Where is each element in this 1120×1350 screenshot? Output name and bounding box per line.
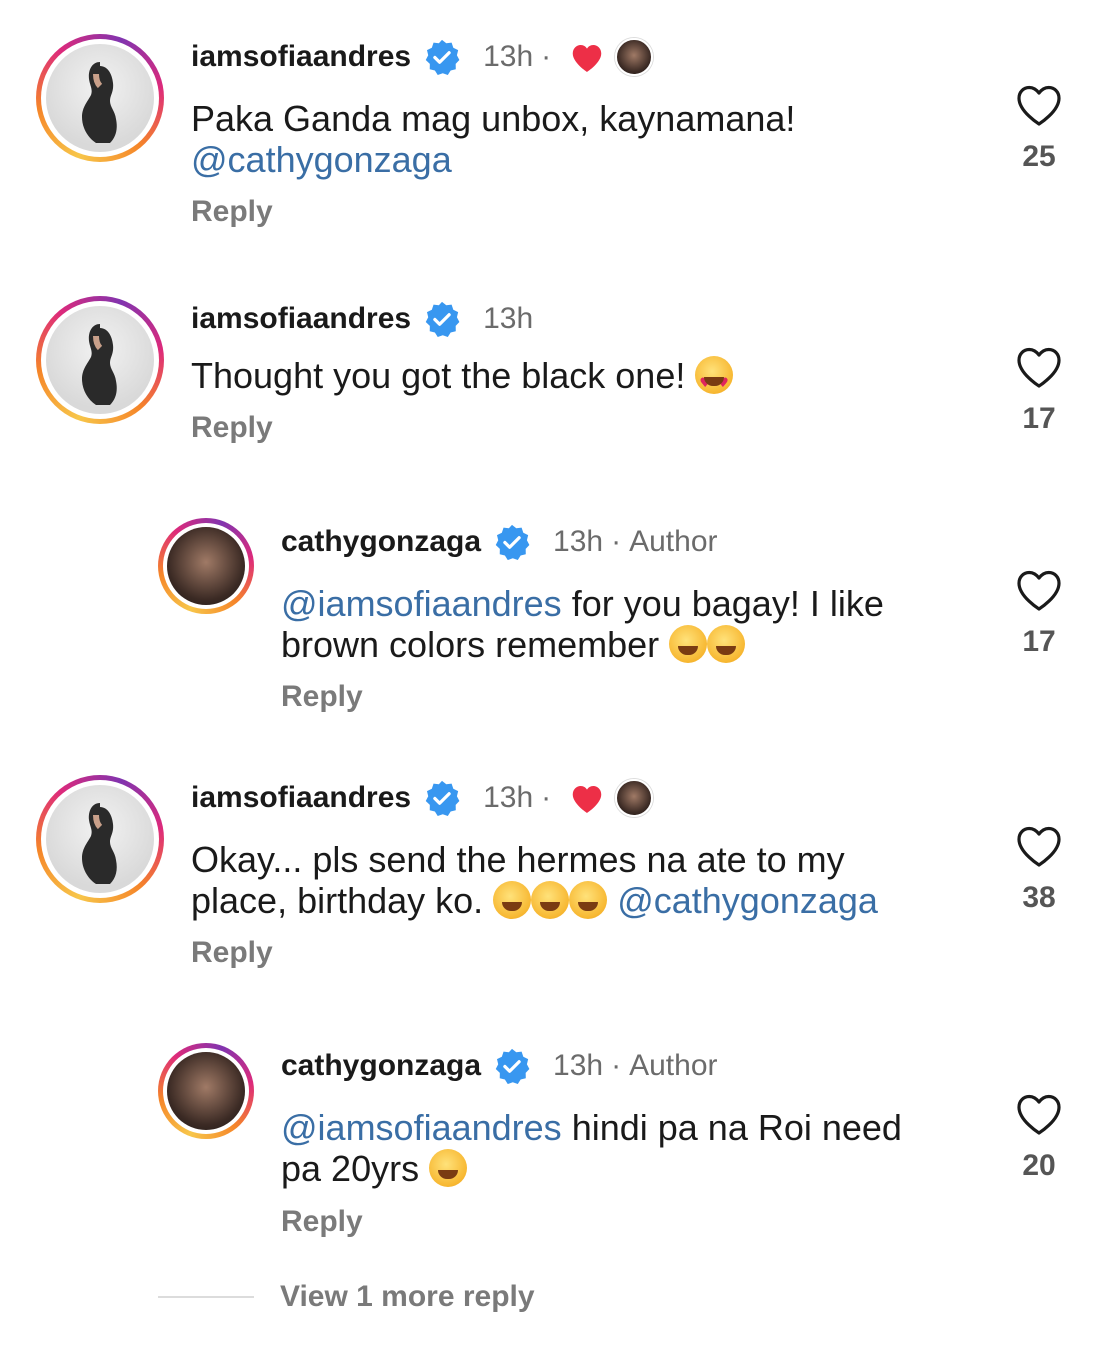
laughing-emoji-icon — [493, 881, 532, 919]
like-count: 20 — [1022, 1149, 1056, 1182]
view-more-replies[interactable]: View 1 more reply — [158, 1280, 535, 1314]
laughing-emoji-icon — [669, 625, 708, 663]
mention-link[interactable]: @cathygonzaga — [191, 139, 452, 180]
username[interactable]: iamsofiaandres — [191, 302, 411, 336]
like-heart-icon[interactable] — [1015, 1093, 1063, 1137]
comment-text: @iamsofiaandres hindi pa na Roi need pa … — [281, 1107, 902, 1189]
reply-button[interactable]: Reply — [191, 411, 273, 445]
verified-badge-icon — [495, 1048, 530, 1085]
mention-link[interactable]: @cathygonzaga — [617, 880, 878, 921]
timestamp: 13h — [553, 525, 604, 558]
mention-link[interactable]: @iamsofiaandres — [281, 583, 562, 624]
verified-badge-icon — [425, 39, 460, 76]
laughing-emoji-icon — [569, 881, 608, 919]
avatar[interactable] — [36, 34, 164, 162]
separator-dot: · — [541, 781, 552, 814]
comment-text: @iamsofiaandres for you bagay! I like br… — [281, 583, 884, 665]
comment-text: Thought you got the black one! — [191, 355, 951, 404]
like-heart-icon[interactable] — [1015, 84, 1063, 128]
comment-text: Okay... pls send the hermes na ate to my… — [191, 839, 878, 921]
avatar[interactable] — [158, 1043, 254, 1139]
like-heart-icon[interactable] — [1015, 569, 1063, 613]
username[interactable]: cathygonzaga — [281, 1049, 481, 1083]
heart-eyes-emoji-icon — [695, 356, 734, 404]
profile-photo — [167, 527, 245, 605]
laughing-emoji-icon — [429, 1149, 468, 1187]
mention-link[interactable]: @iamsofiaandres — [281, 1107, 562, 1148]
profile-photo — [46, 785, 154, 893]
divider-line — [158, 1296, 254, 1298]
username[interactable]: cathygonzaga — [281, 525, 481, 559]
avatar[interactable] — [158, 518, 254, 614]
author-label: Author — [629, 525, 718, 558]
profile-photo — [46, 44, 154, 152]
separator-dot: · — [541, 40, 552, 73]
verified-badge-icon — [425, 301, 460, 338]
like-heart-icon[interactable] — [1015, 825, 1063, 869]
reply-button[interactable]: Reply — [191, 195, 273, 229]
face-with-hand-emoji-icon — [707, 625, 746, 663]
verified-badge-icon — [425, 780, 460, 817]
username[interactable]: iamsofiaandres — [191, 40, 411, 74]
profile-photo — [167, 1052, 245, 1130]
liked-by-author-heart-icon — [572, 786, 602, 813]
reply-button[interactable]: Reply — [281, 1205, 363, 1239]
profile-photo — [46, 306, 154, 414]
comment-text: Paka Ganda mag unbox, kaynamana! @cathyg… — [191, 98, 796, 180]
avatar[interactable] — [36, 296, 164, 424]
separator-dot: · — [611, 1049, 622, 1082]
liked-by-author-heart-icon — [572, 45, 602, 72]
timestamp: 13h — [483, 781, 534, 814]
like-count: 17 — [1022, 625, 1056, 658]
author-label: Author — [629, 1049, 718, 1082]
view-more-replies-label[interactable]: View 1 more reply — [280, 1280, 535, 1314]
reply-button[interactable]: Reply — [191, 936, 273, 970]
author-mini-avatar — [615, 38, 654, 76]
like-count: 17 — [1022, 402, 1056, 435]
timestamp: 13h — [483, 302, 534, 335]
laughing-emoji-icon — [531, 881, 570, 919]
verified-badge-icon — [495, 524, 530, 561]
timestamp: 13h — [553, 1049, 604, 1082]
separator-dot: · — [611, 525, 622, 558]
like-count: 25 — [1022, 140, 1056, 173]
like-heart-icon[interactable] — [1015, 346, 1063, 390]
avatar[interactable] — [36, 775, 164, 903]
reply-button[interactable]: Reply — [281, 680, 363, 714]
like-count: 38 — [1022, 881, 1056, 914]
username[interactable]: iamsofiaandres — [191, 781, 411, 815]
timestamp: 13h — [483, 40, 534, 73]
author-mini-avatar — [615, 779, 654, 817]
